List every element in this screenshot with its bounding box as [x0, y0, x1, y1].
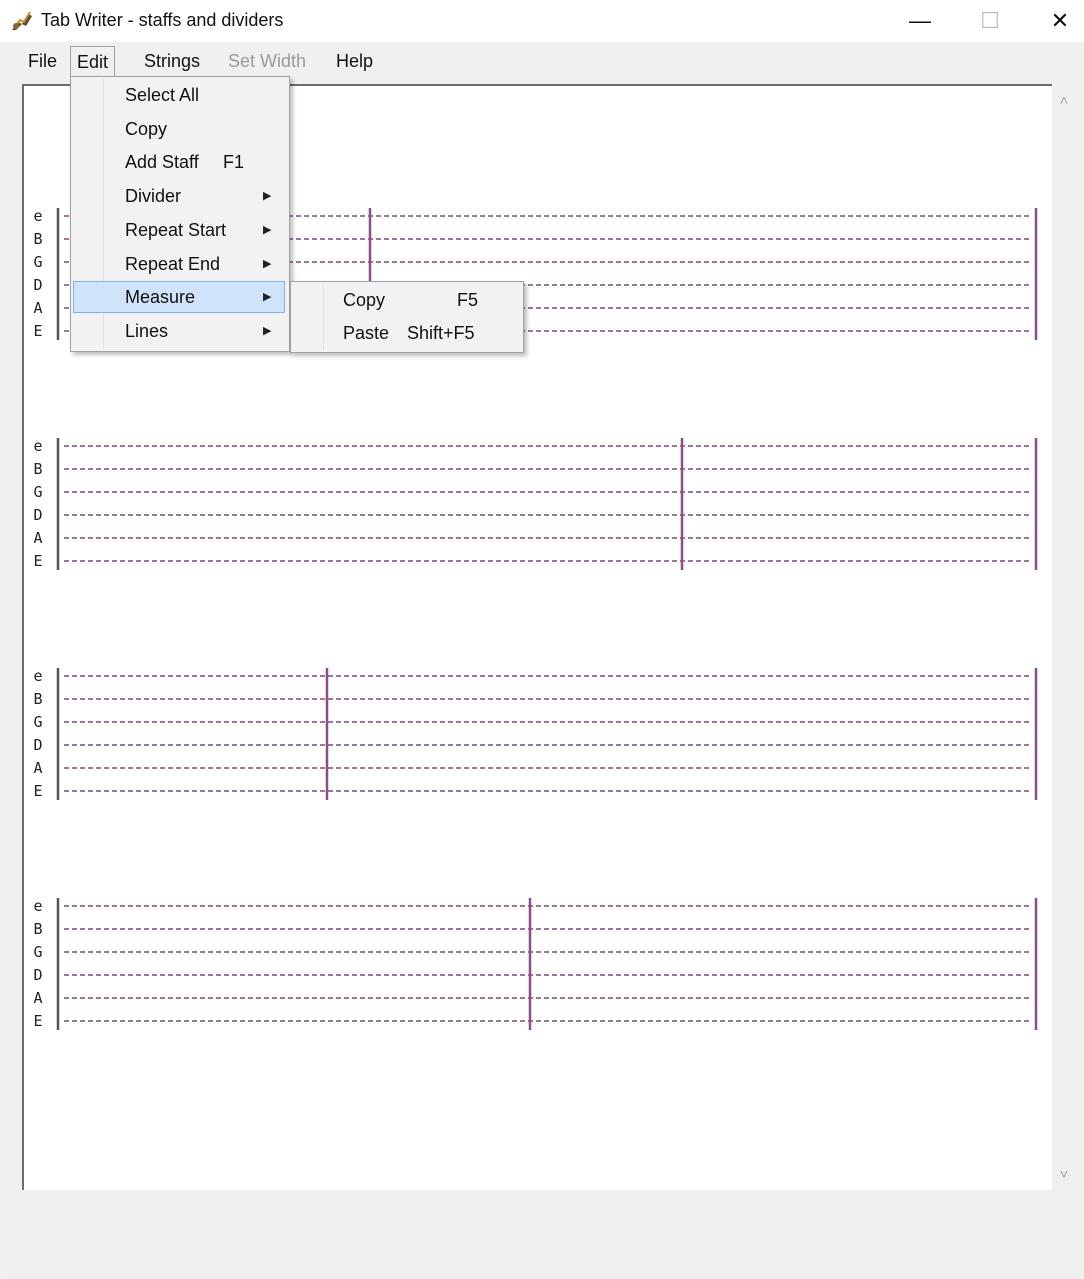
guitar-icon [12, 11, 32, 30]
menu-set-width: Set Width [228, 51, 307, 71]
menu-item-repeat-end[interactable]: Repeat End ▶ [73, 248, 285, 280]
menu-item-label: Repeat Start [125, 220, 227, 240]
menu-item-add-staff[interactable]: Add Staff F1 [73, 146, 285, 178]
menu-item-shortcut: Shift+F5 [407, 323, 475, 343]
staff-lines [56, 898, 1038, 1030]
scroll-up-icon[interactable]: ˄ [1052, 88, 1076, 112]
menu-item-label: Lines [125, 321, 169, 341]
staff-lines [56, 438, 1038, 570]
menu-help[interactable]: Help [330, 48, 379, 74]
staff-lines [56, 668, 1038, 800]
menu-item-shortcut: F1 [223, 152, 245, 172]
submenu-arrow-icon: ▶ [263, 224, 272, 236]
tab-staff[interactable]: eBGDAE [24, 667, 1054, 808]
menu-item-label: Repeat End [125, 254, 221, 274]
menu-item-label: Copy [125, 119, 168, 139]
menu-bar: File Edit Strings Set Width Help [6, 42, 1078, 79]
menu-item-select-all[interactable]: Select All [73, 79, 285, 111]
menu-item-label: Divider [125, 186, 182, 206]
menu-file[interactable]: File [22, 48, 63, 74]
submenu-arrow-icon: ▶ [263, 325, 272, 337]
status-area [6, 1190, 1078, 1279]
submenu-arrow-icon: ▶ [263, 190, 272, 202]
scroll-down-icon[interactable]: ˅ [1052, 1162, 1076, 1186]
submenu-item-paste[interactable]: Paste Shift+F5 [293, 317, 519, 349]
app-window: Tab Writer - staffs and dividers — ☐ ✕ F… [0, 0, 1084, 1279]
menu-item-shortcut: F5 [457, 290, 479, 310]
menu-item-label: Paste [343, 323, 390, 343]
tab-staff[interactable]: eBGDAE [24, 897, 1054, 1038]
menu-item-repeat-start[interactable]: Repeat Start ▶ [73, 214, 285, 246]
menu-item-measure[interactable]: Measure ▶ [73, 281, 285, 313]
title-bar: Tab Writer - staffs and dividers — ☐ ✕ [0, 0, 1084, 42]
menu-item-label: Measure [125, 287, 196, 307]
tab-staff[interactable]: eBGDAE [24, 437, 1054, 578]
minimize-button[interactable]: — [890, 0, 950, 42]
submenu-item-copy[interactable]: Copy F5 [293, 284, 519, 316]
menu-item-label: Select All [125, 85, 200, 105]
close-button[interactable]: ✕ [1030, 0, 1084, 42]
window-title: Tab Writer - staffs and dividers [41, 10, 284, 30]
maximize-button[interactable]: ☐ [960, 0, 1020, 42]
edit-menu-dropdown: Select All Copy Add Staff F1 Divider ▶ R… [70, 76, 290, 352]
menu-strings[interactable]: Strings [138, 48, 206, 74]
menu-item-lines[interactable]: Lines ▶ [73, 315, 285, 347]
submenu-arrow-icon: ▶ [263, 258, 272, 270]
submenu-arrow-icon: ▶ [263, 291, 272, 303]
menu-item-label: Add Staff [125, 152, 199, 172]
menu-item-label: Copy [343, 290, 386, 310]
menu-edit[interactable]: Edit [70, 46, 116, 79]
vertical-scrollbar[interactable]: ˄ ˅ [1052, 84, 1076, 1190]
menu-item-divider[interactable]: Divider ▶ [73, 180, 285, 212]
menu-item-copy[interactable]: Copy [73, 113, 285, 145]
measure-submenu: Copy F5 Paste Shift+F5 [290, 281, 524, 353]
